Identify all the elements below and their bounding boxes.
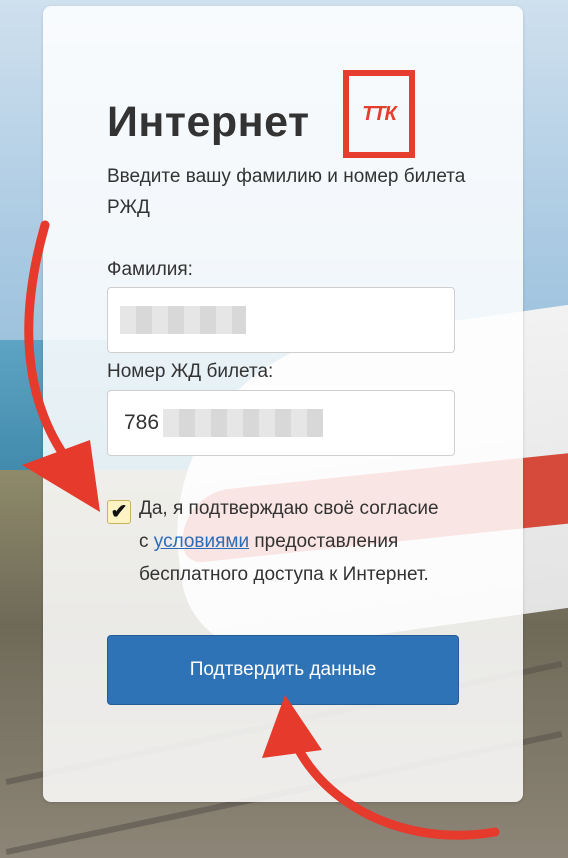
arrow-to-button — [280, 707, 500, 840]
arrow-head-icon — [22, 440, 100, 512]
arrow-head-icon — [262, 695, 322, 758]
annotation-arrows — [22, 220, 500, 840]
